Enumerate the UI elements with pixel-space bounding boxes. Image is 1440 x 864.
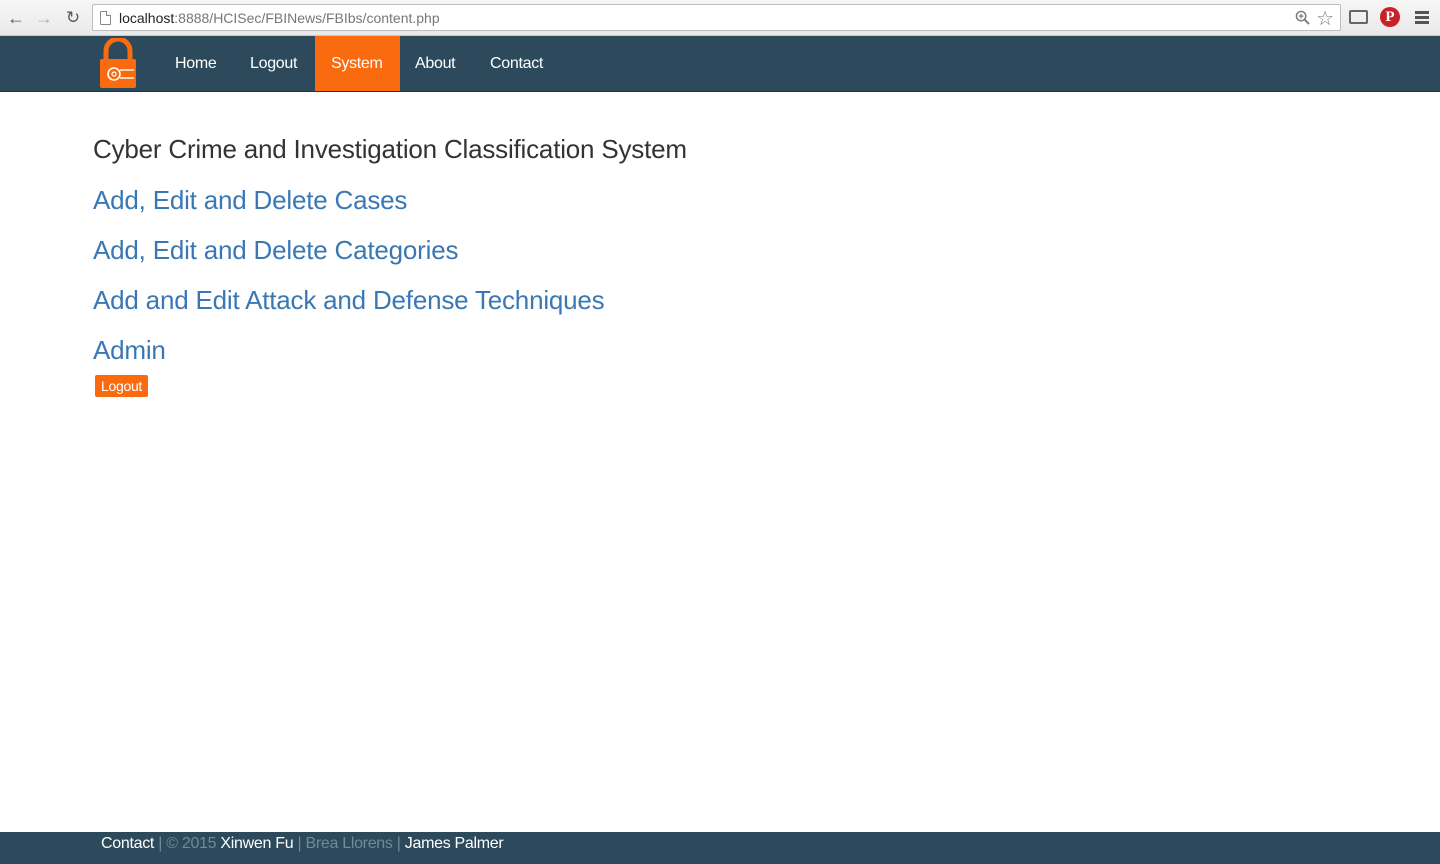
cast-icon[interactable] xyxy=(1349,10,1368,24)
nav-contact[interactable]: Contact xyxy=(474,36,559,91)
padlock-logo-icon[interactable] xyxy=(98,38,138,90)
link-manage-categories[interactable]: Add, Edit and Delete Categories xyxy=(93,235,1343,265)
nav-system[interactable]: System xyxy=(315,36,400,91)
nav-about[interactable]: About xyxy=(399,36,471,91)
page-title: Cyber Crime and Investigation Classifica… xyxy=(93,134,687,164)
nav-home[interactable]: Home xyxy=(159,36,232,91)
footer: Contact | © 2015 Xinwen Fu | Brea Lloren… xyxy=(0,832,1440,864)
url-host: localhost xyxy=(119,10,175,26)
main-content: Cyber Crime and Investigation Classifica… xyxy=(93,131,1343,397)
link-admin[interactable]: Admin xyxy=(93,335,1343,365)
reload-icon[interactable]: ↻ xyxy=(61,6,85,30)
footer-separator: | xyxy=(158,835,163,852)
url-path: :8888/HCISec/FBINews/FBIbs/content.php xyxy=(174,10,440,26)
nav-logout[interactable]: Logout xyxy=(234,36,313,91)
url-text[interactable]: localhost:8888/HCISec/FBINews/FBIbs/cont… xyxy=(119,10,440,26)
footer-contact-link[interactable]: Contact xyxy=(101,835,154,852)
footer-author-james-palmer[interactable]: James Palmer xyxy=(405,835,504,852)
forward-arrow-icon[interactable]: → xyxy=(32,6,56,30)
footer-separator: | xyxy=(297,835,302,852)
link-manage-cases[interactable]: Add, Edit and Delete Cases xyxy=(93,185,1343,215)
zoom-icon[interactable] xyxy=(1295,10,1310,25)
browser-toolbar: ← → ↻ localhost:8888/HCISec/FBINews/FBIb… xyxy=(0,0,1440,36)
footer-author-brea-llorens: Brea Llorens xyxy=(305,835,393,852)
footer-text: Contact | © 2015 Xinwen Fu | Brea Lloren… xyxy=(101,834,504,854)
link-attack-defense-techniques[interactable]: Add and Edit Attack and Defense Techniqu… xyxy=(93,285,1343,315)
footer-author-xinwen-fu[interactable]: Xinwen Fu xyxy=(220,835,293,852)
bookmark-star-icon[interactable]: ☆ xyxy=(1316,6,1334,31)
footer-copyright: © 2015 xyxy=(166,835,217,852)
menu-icon[interactable] xyxy=(1415,11,1429,24)
back-arrow-icon[interactable]: ← xyxy=(4,6,28,30)
page-icon xyxy=(100,11,111,25)
pinterest-icon[interactable]: P xyxy=(1380,7,1400,27)
address-bar[interactable]: localhost:8888/HCISec/FBINews/FBIbs/cont… xyxy=(92,4,1341,31)
logout-button[interactable]: Logout xyxy=(95,375,149,397)
footer-separator: | xyxy=(396,835,401,852)
